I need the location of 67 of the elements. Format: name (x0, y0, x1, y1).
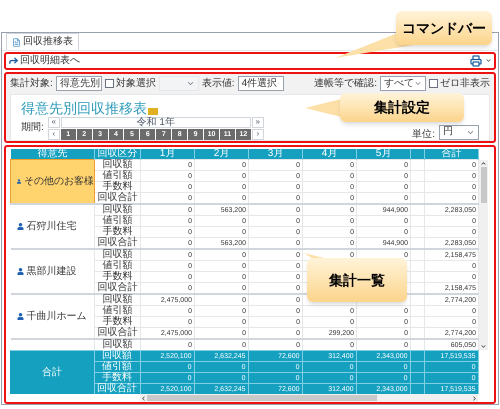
filter-label: 集計対象: (10, 78, 53, 88)
category-cell: 手数料 (94, 316, 140, 328)
dropdown[interactable]: 4件選択 (238, 76, 284, 91)
category-cell: 回収額 (94, 294, 140, 306)
curved-arrow-icon (8, 55, 19, 66)
category-cell: 手数料 (94, 226, 140, 238)
next-year-button[interactable]: » (252, 116, 264, 128)
scroll-up-icon (480, 160, 487, 166)
category-cell: 回収合計 (94, 238, 140, 249)
period-label: 期間: (21, 123, 44, 133)
report-title: 得意先別回収推移表 (21, 100, 147, 114)
category-cell: 値引額 (94, 260, 140, 272)
next-button[interactable]: › (252, 128, 264, 140)
dropdown[interactable]: 得意先別 (56, 76, 102, 91)
callout: 集計一覧 (307, 258, 407, 302)
customer-cell[interactable]: その他のお客様 (10, 160, 94, 204)
callout: コマンドバー (396, 11, 492, 45)
badge-icon (148, 108, 158, 114)
category-cell: 手数料 (94, 272, 140, 282)
user-icon (16, 268, 24, 275)
year-label: 令和 1年 (60, 116, 251, 128)
user-icon (16, 313, 24, 320)
category-cell: 値引額 (94, 362, 140, 372)
checkbox[interactable] (104, 79, 114, 88)
total-label: 合計 (10, 350, 94, 394)
prev-year-button[interactable]: « (48, 116, 60, 128)
caret-icon[interactable] (485, 57, 492, 64)
callout: 集計設定 (340, 93, 464, 122)
detail-link[interactable]: 回収明細表へ (8, 55, 80, 66)
document-icon (12, 38, 21, 46)
scroll-down-icon (480, 343, 487, 350)
checkbox-label: 対象選択 (116, 78, 156, 88)
category-cell: 回収合計 (94, 192, 140, 204)
scroll-left-icon (140, 394, 147, 402)
category-cell: 手数料 (94, 182, 140, 192)
print-icon[interactable] (470, 54, 482, 67)
category-cell: 回収額 (94, 339, 140, 350)
category-cell: 回収額 (94, 160, 140, 170)
user-icon (16, 223, 24, 230)
customer-cell[interactable]: 石狩川住宅 (10, 204, 94, 249)
filter-label: 連帳等で確認: (314, 78, 377, 88)
filter-label: 表示値: (202, 78, 235, 88)
horizontal-scrollbar[interactable] (140, 394, 478, 402)
unit-label: 単位: (412, 130, 435, 140)
dropdown[interactable]: 円 (439, 124, 479, 140)
dropdown[interactable]: すべて (380, 76, 426, 91)
category-cell: 回収額 (94, 350, 140, 362)
vertical-scrollbar[interactable] (479, 160, 488, 350)
category-cell: 回収合計 (94, 328, 140, 339)
category-cell: 値引額 (94, 306, 140, 316)
category-cell: 回収合計 (94, 384, 140, 394)
category-cell: 手数料 (94, 372, 140, 384)
checkbox[interactable] (429, 79, 438, 88)
category-cell: 値引額 (94, 216, 140, 226)
tab[interactable]: 回収推移表 (6, 33, 79, 50)
prev-button[interactable]: ‹ (48, 128, 60, 140)
customer-cell[interactable]: 黒部川建設 (10, 249, 94, 294)
category-cell: 回収合計 (94, 282, 140, 294)
category-cell: 回収額 (94, 204, 140, 216)
user-icon (17, 178, 21, 185)
scroll-right-icon (471, 394, 478, 402)
checkbox-label: ゼロ非表示 (440, 78, 490, 88)
customer-cell[interactable]: 千曲川ホーム (10, 294, 94, 339)
scroll-thumb[interactable] (147, 395, 377, 401)
category-cell: 回収額 (94, 249, 140, 260)
category-cell: 値引額 (94, 170, 140, 182)
scroll-thumb[interactable] (480, 166, 486, 202)
